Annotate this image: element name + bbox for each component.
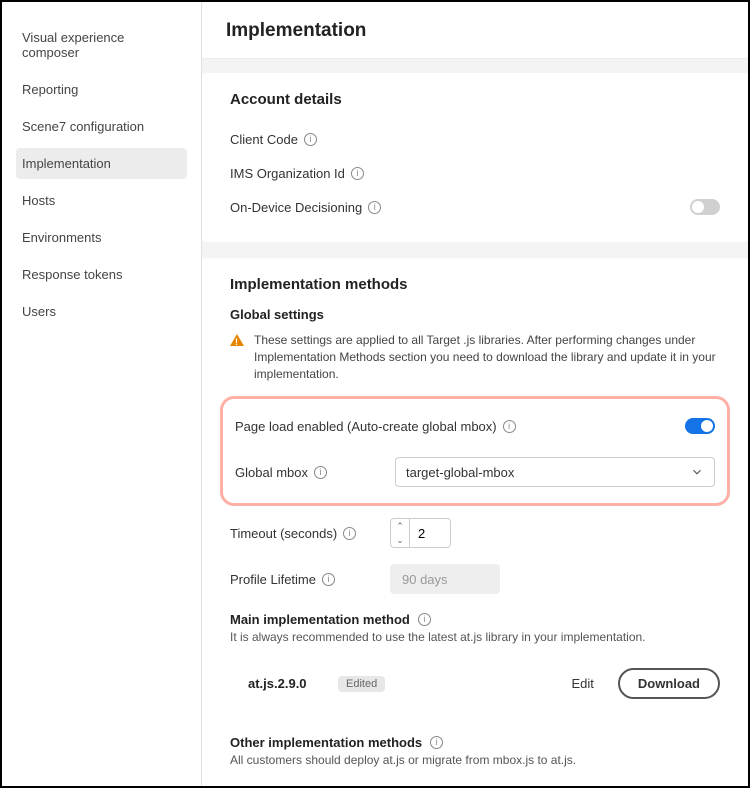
sidebar-nav: Visual experience composer Reporting Sce… bbox=[2, 2, 202, 786]
stepper-up-icon[interactable]: ⌃ bbox=[391, 519, 409, 533]
sidebar-item-vec[interactable]: Visual experience composer bbox=[16, 22, 187, 68]
page-title: Implementation bbox=[226, 20, 724, 42]
other-impl-desc: All customers should deploy at.js or mig… bbox=[230, 752, 720, 769]
profile-lifetime-label: Profile Lifetime bbox=[230, 572, 316, 587]
global-mbox-value: target-global-mbox bbox=[406, 465, 514, 480]
info-icon[interactable] bbox=[351, 167, 364, 180]
other-impl-title: Other implementation methods bbox=[230, 735, 422, 750]
sidebar-item-users[interactable]: Users bbox=[16, 296, 187, 327]
info-icon[interactable] bbox=[418, 613, 431, 626]
global-mbox-label: Global mbox bbox=[235, 465, 308, 480]
app-frame: Visual experience composer Reporting Sce… bbox=[0, 0, 750, 788]
account-details-title: Account details bbox=[230, 91, 720, 108]
other-impl-row: at.js.1.8.3 Edited Edit Download bbox=[230, 783, 720, 786]
account-details-card: Account details Client Code IMS Organiza… bbox=[202, 73, 748, 242]
main-impl-title: Main implementation method bbox=[230, 612, 410, 627]
sidebar-item-response-tokens[interactable]: Response tokens bbox=[16, 259, 187, 290]
profile-lifetime-value: 90 days bbox=[390, 564, 500, 594]
timeout-input[interactable] bbox=[410, 526, 450, 541]
client-code-label: Client Code bbox=[230, 132, 298, 147]
info-icon[interactable] bbox=[322, 573, 335, 586]
global-settings-alert: These settings are applied to all Target… bbox=[230, 332, 720, 382]
info-icon[interactable] bbox=[430, 736, 443, 749]
global-mbox-row: Global mbox target-global-mbox bbox=[235, 455, 715, 489]
global-settings-title: Global settings bbox=[230, 307, 720, 322]
info-icon[interactable] bbox=[314, 466, 327, 479]
info-icon[interactable] bbox=[503, 420, 516, 433]
warning-icon bbox=[230, 334, 244, 346]
timeout-stepper[interactable]: ⌃ ⌄ bbox=[390, 518, 451, 548]
main-panel: Implementation Account details Client Co… bbox=[202, 2, 748, 786]
main-impl-desc: It is always recommended to use the late… bbox=[230, 629, 720, 646]
chevron-down-icon bbox=[690, 465, 704, 479]
sidebar-item-environments[interactable]: Environments bbox=[16, 222, 187, 253]
main-impl-row: at.js.2.9.0 Edited Edit Download bbox=[230, 660, 720, 707]
ims-org-label: IMS Organization Id bbox=[230, 166, 345, 181]
global-mbox-select[interactable]: target-global-mbox bbox=[395, 457, 715, 487]
page-load-label: Page load enabled (Auto-create global mb… bbox=[235, 419, 497, 434]
edited-badge: Edited bbox=[338, 676, 385, 692]
client-code-row: Client Code bbox=[230, 122, 720, 156]
profile-lifetime-row: Profile Lifetime 90 days bbox=[230, 562, 720, 596]
other-impl-header: Other implementation methods bbox=[230, 735, 720, 750]
implementation-methods-card: Implementation methods Global settings T… bbox=[202, 258, 748, 786]
on-device-toggle[interactable] bbox=[690, 199, 720, 215]
sidebar-item-hosts[interactable]: Hosts bbox=[16, 185, 187, 216]
page-load-row: Page load enabled (Auto-create global mb… bbox=[235, 409, 715, 443]
sidebar-item-implementation[interactable]: Implementation bbox=[16, 148, 187, 179]
highlight-region: Page load enabled (Auto-create global mb… bbox=[220, 396, 730, 506]
ims-org-row: IMS Organization Id bbox=[230, 156, 720, 190]
info-icon[interactable] bbox=[343, 527, 356, 540]
edit-button[interactable]: Edit bbox=[559, 670, 605, 697]
stepper-down-icon[interactable]: ⌄ bbox=[391, 533, 409, 547]
sidebar-item-reporting[interactable]: Reporting bbox=[16, 74, 187, 105]
page-header: Implementation bbox=[202, 2, 748, 59]
on-device-label: On-Device Decisioning bbox=[230, 200, 362, 215]
sidebar-item-scene7[interactable]: Scene7 configuration bbox=[16, 111, 187, 142]
on-device-row: On-Device Decisioning bbox=[230, 190, 720, 224]
main-impl-header: Main implementation method bbox=[230, 612, 720, 627]
page-load-toggle[interactable] bbox=[685, 418, 715, 434]
download-button[interactable]: Download bbox=[618, 668, 720, 699]
impl-methods-title: Implementation methods bbox=[230, 276, 720, 293]
info-icon[interactable] bbox=[304, 133, 317, 146]
info-icon[interactable] bbox=[368, 201, 381, 214]
main-impl-version: at.js.2.9.0 bbox=[248, 676, 338, 691]
global-settings-alert-text: These settings are applied to all Target… bbox=[254, 332, 720, 382]
content-scroll[interactable]: Account details Client Code IMS Organiza… bbox=[202, 59, 748, 786]
timeout-row: Timeout (seconds) ⌃ ⌄ bbox=[230, 516, 720, 550]
timeout-label: Timeout (seconds) bbox=[230, 526, 337, 541]
